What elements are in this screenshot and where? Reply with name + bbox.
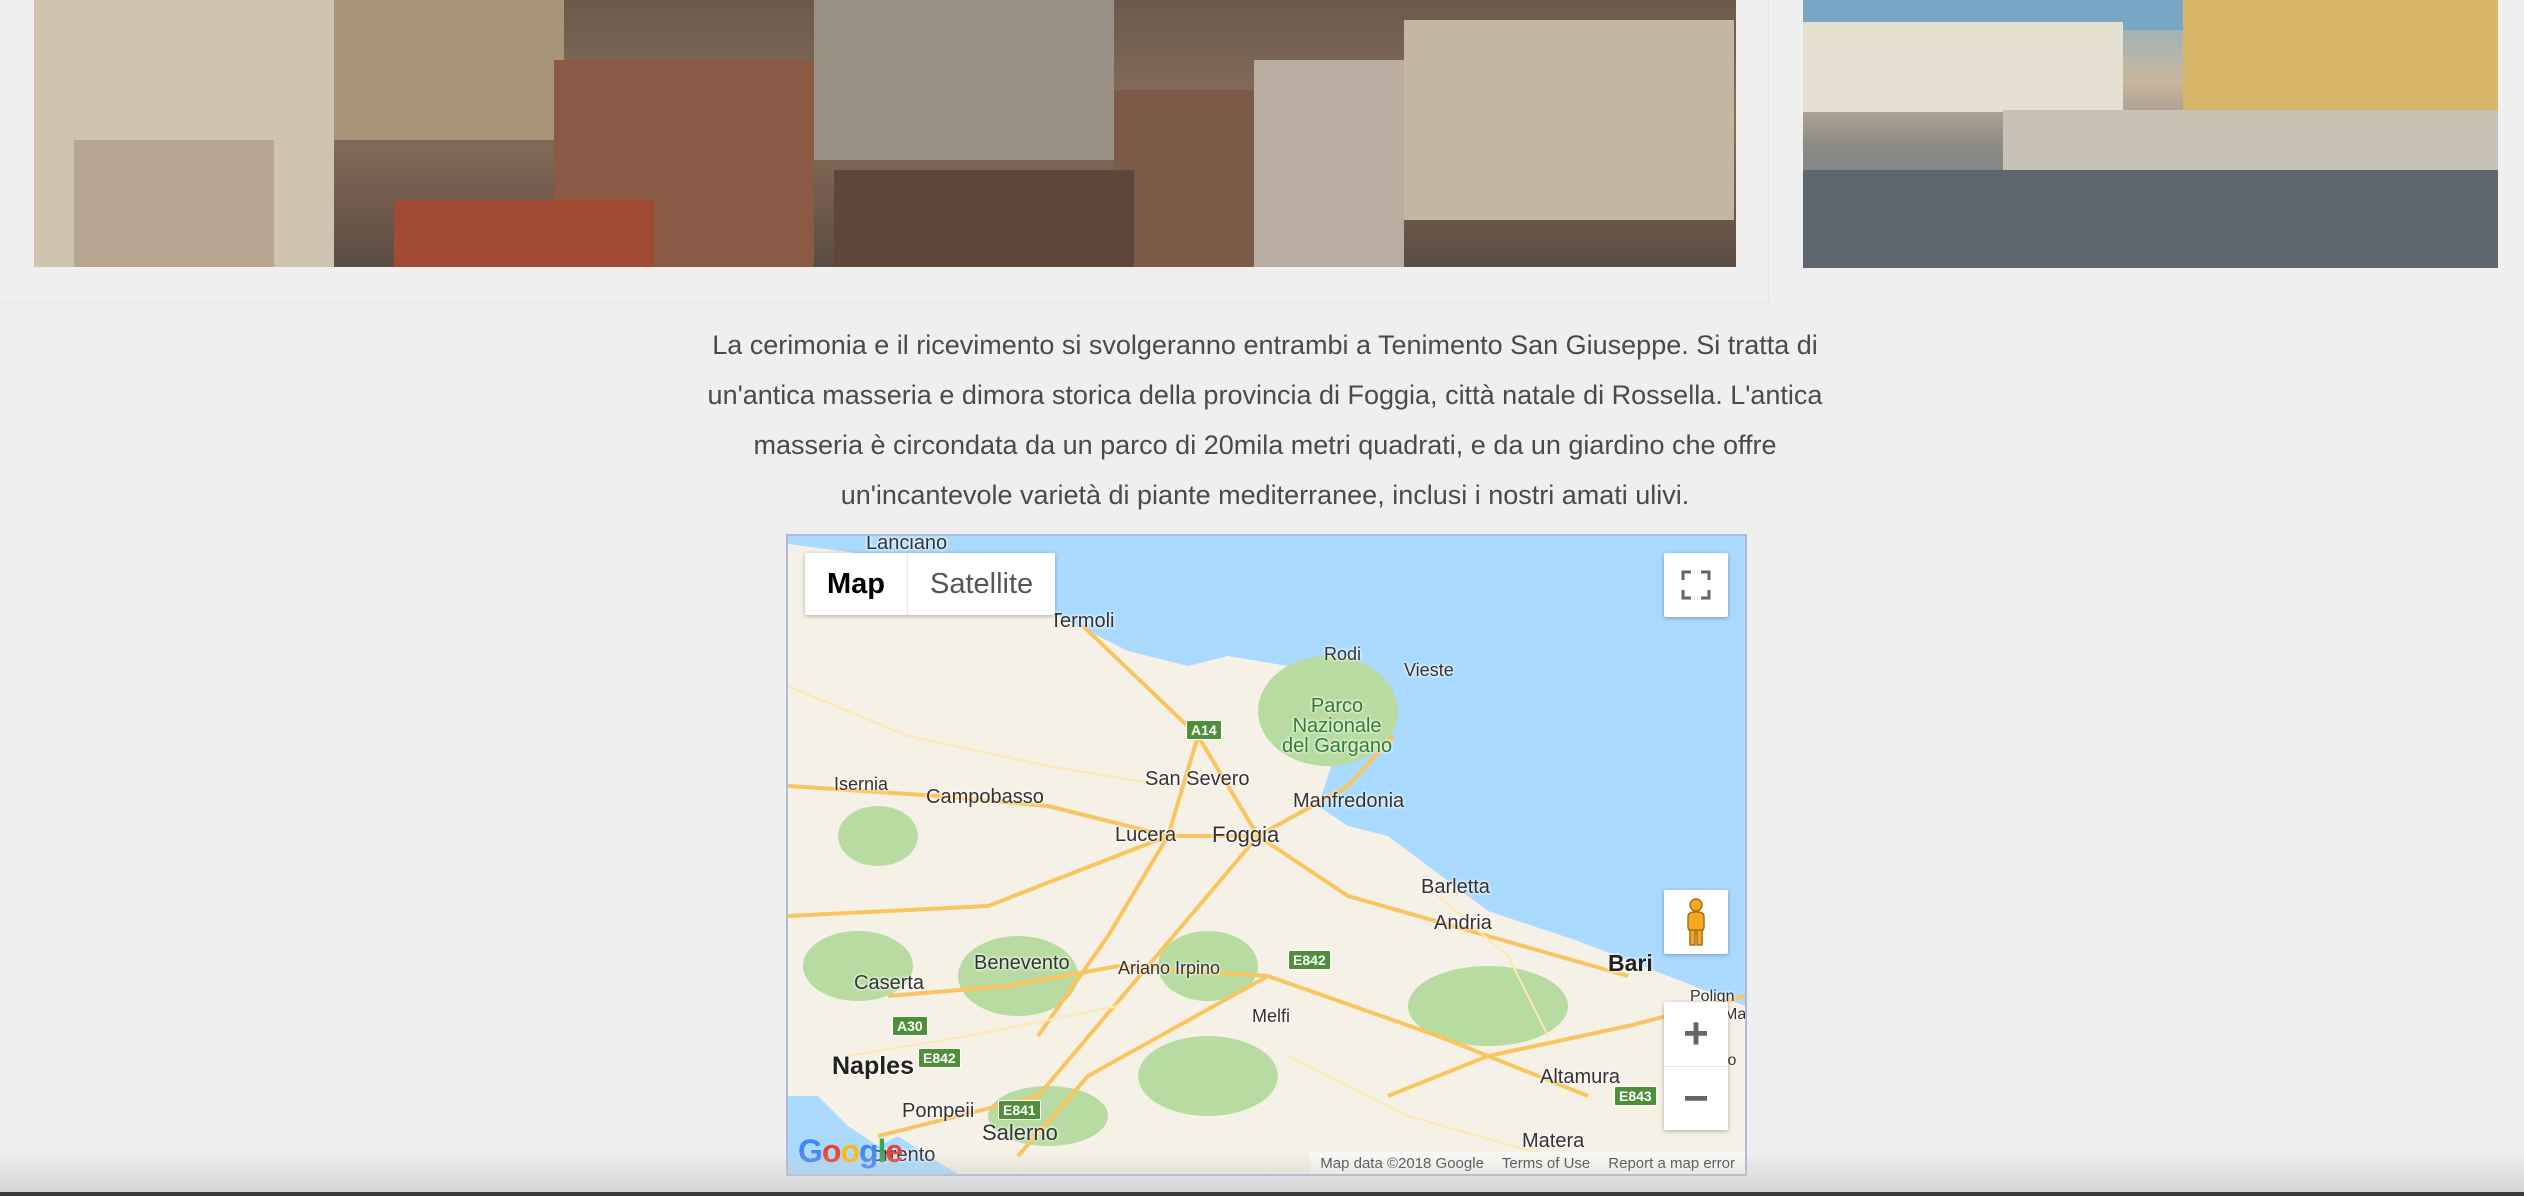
- road-shield-e843: E843: [1614, 1086, 1657, 1106]
- zoom-out-button[interactable]: −: [1664, 1067, 1728, 1131]
- place-benevento: Benevento: [974, 952, 1070, 974]
- place-melfi: Melfi: [1252, 1006, 1291, 1026]
- place-bari: Bari: [1608, 950, 1653, 976]
- pegman-icon: [1687, 898, 1705, 946]
- road-shield-e841: E841: [998, 1100, 1041, 1120]
- place-ariano-irpino: Ariano Irpino: [1118, 958, 1221, 978]
- map-footer: Map data ©2018 Google Terms of Use Repor…: [1310, 1152, 1745, 1174]
- road-shield-a30: A30: [892, 1016, 928, 1036]
- place-salerno: Salerno: [982, 1120, 1058, 1145]
- place-gargano-park: Parco Nazionale del Gargano: [1282, 695, 1393, 757]
- place-naples: Naples: [832, 1052, 914, 1080]
- city-rooftops-photo: [34, 0, 1736, 267]
- map-type-map-button[interactable]: Map: [805, 553, 908, 615]
- place-vieste: Vieste: [1404, 660, 1454, 680]
- place-isernia: Isernia: [834, 774, 889, 794]
- place-lucera: Lucera: [1115, 824, 1177, 846]
- zoom-control[interactable]: + −: [1664, 1002, 1728, 1130]
- place-campobasso: Campobasso: [926, 786, 1044, 808]
- google-logo[interactable]: Google: [798, 1133, 903, 1170]
- place-pompeii: Pompeii: [902, 1100, 975, 1122]
- bottom-bar: [0, 1192, 2524, 1196]
- map-type-satellite-button[interactable]: Satellite: [908, 553, 1055, 615]
- place-matera: Matera: [1522, 1130, 1585, 1152]
- fullscreen-button[interactable]: [1664, 553, 1728, 617]
- place-termoli: Termoli: [1050, 610, 1115, 632]
- map-data-attribution: Map data ©2018 Google: [1320, 1154, 1484, 1172]
- fountain-square-photo: [1803, 0, 2498, 268]
- place-barletta: Barletta: [1421, 876, 1490, 898]
- venue-description: La cerimonia e il ricevimento si svolger…: [707, 330, 1823, 510]
- zoom-in-button[interactable]: +: [1664, 1002, 1728, 1067]
- place-san-severo: San Severo: [1145, 768, 1250, 790]
- road-shield-e842-west: E842: [918, 1048, 961, 1068]
- place-lanciano: Lanciano: [866, 534, 948, 554]
- place-altamura: Altamura: [1540, 1066, 1621, 1088]
- street-view-pegman[interactable]: [1664, 890, 1728, 954]
- road-shield-e842-east: E842: [1288, 950, 1331, 970]
- terms-of-use-link[interactable]: Terms of Use: [1502, 1155, 1590, 1172]
- place-manfredonia: Manfredonia: [1293, 790, 1405, 812]
- road-shield-a14: A14: [1186, 720, 1222, 740]
- place-caserta: Caserta: [854, 972, 925, 994]
- place-rodi: Rodi: [1324, 644, 1362, 664]
- report-map-error-link[interactable]: Report a map error: [1608, 1155, 1735, 1172]
- fullscreen-icon: [1681, 570, 1711, 600]
- map-type-control[interactable]: Map Satellite: [805, 553, 1056, 615]
- venue-map[interactable]: Lanciano Termoli Rodi Vieste Parco Nazio…: [786, 534, 1747, 1176]
- place-andria: Andria: [1434, 912, 1492, 934]
- place-foggia: Foggia: [1212, 822, 1280, 847]
